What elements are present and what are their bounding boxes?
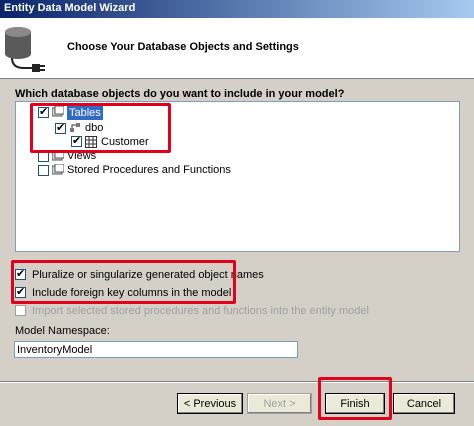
database-connection-icon [5, 27, 45, 72]
schema-icon [70, 123, 80, 132]
dbo-checkbox[interactable] [55, 121, 66, 134]
customer-checkbox[interactable] [71, 134, 82, 147]
finish-button[interactable]: Finish [325, 393, 385, 414]
import-procedures-checkbox [15, 305, 26, 316]
tree-node-procedures[interactable]: Stored Procedures and Functions [67, 163, 231, 177]
foreign-keys-checkbox[interactable] [15, 285, 26, 299]
window-title: Entity Data Model Wizard [4, 2, 136, 14]
wizard-header: Choose Your Database Objects and Setting… [0, 18, 474, 79]
tables-folder-icon [52, 106, 64, 117]
pluralize-label: Pluralize or singularize generated objec… [32, 269, 264, 281]
previous-button[interactable]: < Previous [177, 393, 243, 414]
tree-node-customer[interactable]: Customer [101, 135, 149, 149]
pluralize-checkbox[interactable] [15, 267, 26, 281]
namespace-label: Model Namespace: [15, 325, 110, 337]
tables-checkbox[interactable] [38, 105, 49, 118]
tree-node-dbo[interactable]: dbo [85, 121, 103, 135]
tree-node-tables[interactable]: Tables [67, 106, 103, 120]
tree-node-views[interactable]: Views [67, 149, 96, 163]
views-checkbox[interactable] [38, 151, 49, 162]
table-icon [85, 136, 97, 148]
page-title: Choose Your Database Objects and Setting… [67, 41, 299, 53]
foreign-keys-label: Include foreign key columns in the model [32, 287, 232, 299]
import-procedures-label: Import selected stored procedures and fu… [32, 305, 369, 317]
next-button: Next > [247, 393, 312, 414]
views-folder-icon [52, 150, 64, 161]
title-bar: Entity Data Model Wizard [0, 0, 474, 18]
namespace-input[interactable] [14, 341, 298, 358]
procedures-checkbox[interactable] [38, 165, 49, 176]
footer-divider [0, 381, 474, 383]
database-objects-tree[interactable]: Tables dbo Customer Views Stored Procedu… [15, 101, 460, 252]
procedures-folder-icon [52, 164, 64, 175]
objects-question: Which database objects do you want to in… [15, 88, 345, 100]
cancel-button[interactable]: Cancel [393, 393, 455, 414]
